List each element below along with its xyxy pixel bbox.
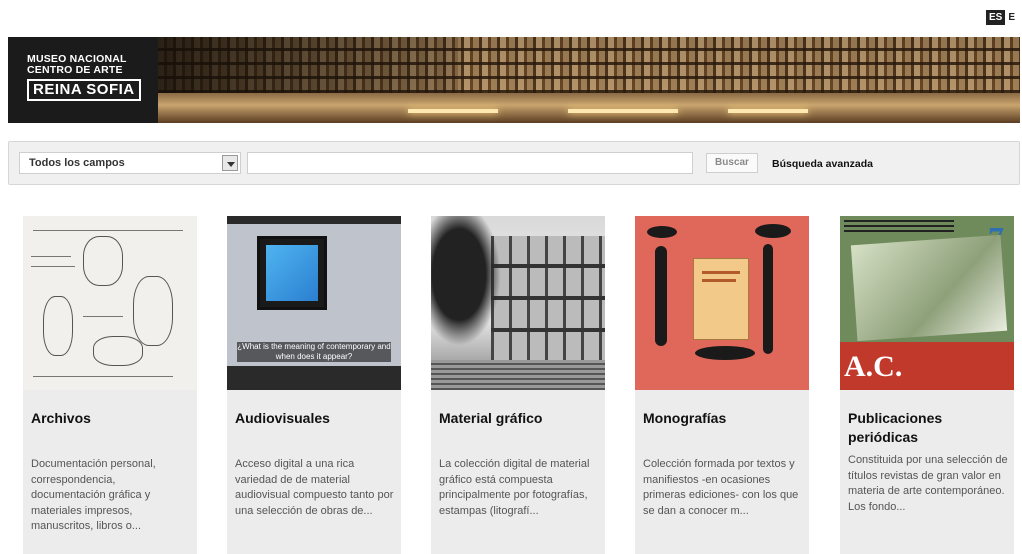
card-title[interactable]: Publicaciones periódicas <box>848 409 1010 447</box>
card-description: Documentación personal, correspondencia,… <box>31 458 156 532</box>
search-bar: Todos los campos Buscar Búsqueda avanzad… <box>8 141 1020 185</box>
logo-line-3: REINA SOFIA <box>27 79 141 101</box>
logo-line-2: CENTRO DE ARTE <box>27 64 123 76</box>
language-switcher: ES E <box>986 10 1015 25</box>
card-description: Acceso digital a una rica variedad de de… <box>235 458 394 517</box>
chevron-down-icon[interactable] <box>222 155 238 171</box>
search-field-select-value: Todos los campos <box>29 157 125 169</box>
magazine-title: A.C. <box>844 350 903 383</box>
header-banner: MUSEO NACIONAL CENTRO DE ARTE REINA SOFI… <box>8 37 1020 123</box>
card-title[interactable]: Monografías <box>643 409 805 428</box>
search-input[interactable] <box>247 152 693 174</box>
search-field-select[interactable]: Todos los campos <box>19 152 241 174</box>
card-thumbnail-archivos[interactable] <box>23 216 197 390</box>
page: ES E MUSEO NACIONAL CENTRO DE ARTE REINA… <box>0 0 1022 554</box>
card-thumbnail-material-grafico[interactable] <box>431 216 605 390</box>
search-button[interactable]: Buscar <box>706 153 758 173</box>
card-thumbnail-audiovisuales[interactable]: ¿What is the meaning of contemporary and… <box>227 216 401 390</box>
card-thumbnail-publicaciones[interactable]: 7 A.C. <box>840 216 1014 390</box>
language-en-button[interactable]: E <box>1008 10 1015 25</box>
card-title[interactable]: Archivos <box>31 409 193 428</box>
video-caption: ¿What is the meaning of contemporary and… <box>237 342 391 362</box>
advanced-search-link[interactable]: Búsqueda avanzada <box>772 158 873 170</box>
video-screen <box>257 236 327 310</box>
card-description: Colección formada por textos y manifiest… <box>643 458 799 517</box>
collection-card-archivos[interactable]: Archivos Documentación personal, corresp… <box>23 216 197 554</box>
collection-card-material-grafico[interactable]: Material gráfico La colección digital de… <box>431 216 605 554</box>
card-title[interactable]: Audiovisuales <box>235 409 397 428</box>
book-cover <box>693 258 749 340</box>
collection-card-publicaciones-periodicas[interactable]: 7 A.C. Publicaciones periódicas Constitu… <box>840 216 1014 554</box>
language-es-button[interactable]: ES <box>986 10 1006 25</box>
card-description: Constituida por una selección de títulos… <box>848 454 1008 513</box>
collection-card-monografias[interactable]: Monografías Colección formada por textos… <box>635 216 809 554</box>
museum-logo[interactable]: MUSEO NACIONAL CENTRO DE ARTE REINA SOFI… <box>8 37 158 123</box>
card-title[interactable]: Material gráfico <box>439 409 601 428</box>
collection-card-audiovisuales[interactable]: ¿What is the meaning of contemporary and… <box>227 216 401 554</box>
card-thumbnail-monografias[interactable] <box>635 216 809 390</box>
card-description: La colección digital de material gráfico… <box>439 458 590 517</box>
